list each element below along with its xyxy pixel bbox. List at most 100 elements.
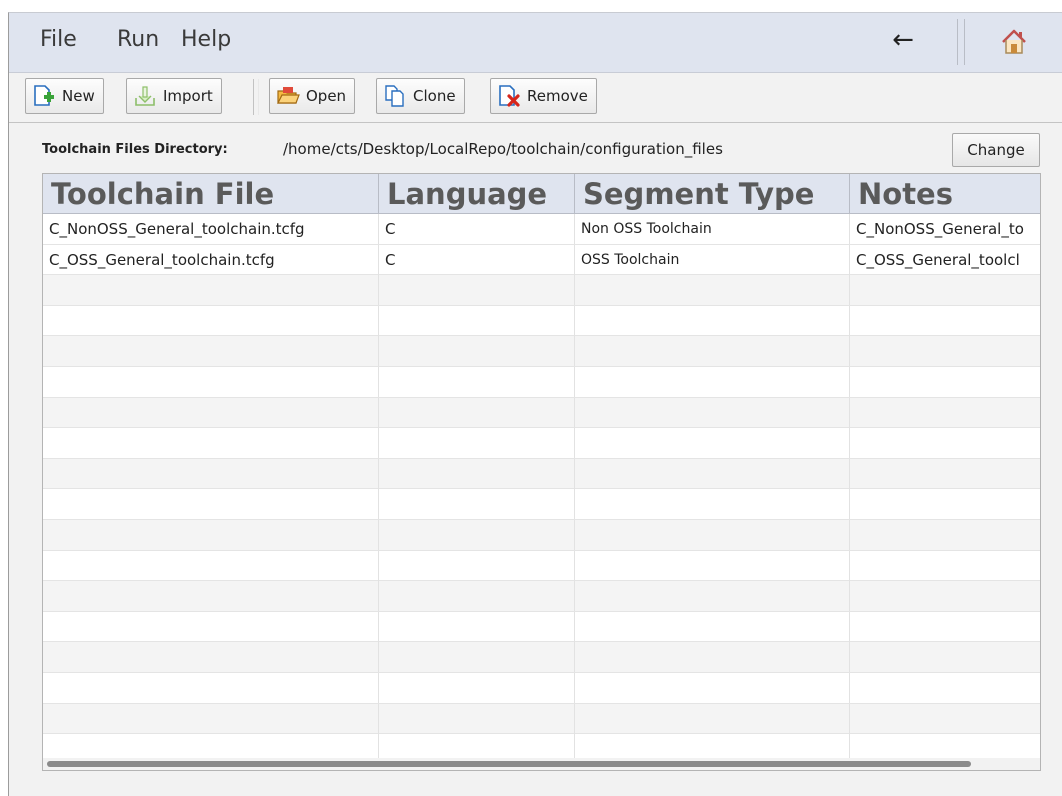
- empty-cell: [43, 397, 379, 428]
- new-file-icon: [32, 84, 56, 108]
- directory-label: Toolchain Files Directory:: [42, 142, 228, 157]
- clone-button-label: Clone: [413, 87, 456, 105]
- empty-table-row: [43, 305, 1040, 337]
- empty-table-row: [43, 366, 1040, 398]
- scrollbar-thumb[interactable]: [47, 761, 971, 767]
- empty-table-row: [43, 458, 1040, 490]
- table-body: C_NonOSS_General_toolchain.tcfg C Non OS…: [43, 214, 1040, 765]
- empty-cell: [43, 611, 379, 642]
- empty-table-row: [43, 428, 1040, 459]
- back-arrow-icon[interactable]: ←: [883, 25, 923, 59]
- column-header-notes[interactable]: Notes: [850, 174, 1040, 214]
- empty-cell: [379, 550, 575, 581]
- empty-cell: [379, 397, 575, 428]
- cell-toolchain-file: C_NonOSS_General_toolchain.tcfg: [43, 214, 379, 244]
- cell-language: C: [379, 214, 575, 244]
- empty-cell: [43, 275, 379, 306]
- empty-cell: [850, 612, 1040, 642]
- cell-toolchain-file: C_OSS_General_toolchain.tcfg: [43, 244, 379, 275]
- empty-cell: [379, 489, 575, 520]
- empty-cell: [850, 581, 1040, 611]
- empty-cell: [43, 305, 379, 336]
- empty-cell: [575, 305, 850, 336]
- cell-segment-type: Non OSS Toolchain: [575, 214, 850, 244]
- empty-cell: [850, 398, 1040, 428]
- cell-notes: C_OSS_General_toolcl: [850, 245, 1040, 275]
- toolbar-separator: [253, 79, 259, 115]
- home-icon[interactable]: [997, 25, 1031, 59]
- empty-cell: [850, 306, 1040, 336]
- empty-cell: [850, 673, 1040, 703]
- empty-cell: [43, 519, 379, 550]
- clone-button[interactable]: Clone: [376, 78, 465, 114]
- empty-cell: [850, 336, 1040, 366]
- menubar-separator: [957, 19, 965, 65]
- empty-cell: [379, 428, 575, 459]
- empty-cell: [379, 703, 575, 734]
- empty-table-row: [43, 672, 1040, 704]
- menu-run[interactable]: Run: [117, 27, 159, 52]
- empty-table-row: [43, 336, 1040, 367]
- column-header-language[interactable]: Language: [379, 174, 575, 214]
- empty-cell: [43, 428, 379, 459]
- horizontal-scrollbar[interactable]: [43, 758, 1040, 770]
- directory-row: Toolchain Files Directory: /home/cts/Des…: [9, 123, 1062, 173]
- empty-cell: [379, 519, 575, 550]
- open-button-label: Open: [306, 87, 347, 105]
- table-row[interactable]: C_OSS_General_toolchain.tcfg C OSS Toolc…: [43, 244, 1040, 276]
- empty-cell: [43, 489, 379, 520]
- empty-cell: [850, 551, 1040, 581]
- import-button-label: Import: [163, 87, 213, 105]
- empty-table-row: [43, 489, 1040, 520]
- empty-cell: [43, 550, 379, 581]
- empty-cell: [575, 397, 850, 428]
- empty-cell: [850, 489, 1040, 519]
- cell-language: C: [379, 244, 575, 275]
- empty-cell: [379, 672, 575, 703]
- empty-cell: [43, 336, 379, 367]
- empty-table-row: [43, 550, 1040, 582]
- new-button[interactable]: New: [25, 78, 104, 114]
- empty-cell: [379, 642, 575, 673]
- cell-segment-type: OSS Toolchain: [575, 244, 850, 275]
- empty-cell: [43, 581, 379, 612]
- column-header-toolchain-file[interactable]: Toolchain File: [43, 174, 379, 214]
- toolbar: New Import Open Clone Remove: [9, 73, 1062, 123]
- menubar: File Run Help ←: [9, 13, 1062, 73]
- open-folder-icon: [276, 84, 300, 108]
- table-header: Toolchain File Language Segment Type Not…: [43, 174, 1040, 214]
- cell-notes: C_NonOSS_General_to: [850, 214, 1040, 244]
- empty-table-row: [43, 611, 1040, 643]
- empty-table-row: [43, 519, 1040, 551]
- empty-cell: [575, 366, 850, 397]
- empty-table-row: [43, 642, 1040, 673]
- empty-cell: [43, 366, 379, 397]
- empty-cell: [379, 366, 575, 397]
- directory-path: /home/cts/Desktop/LocalRepo/toolchain/co…: [283, 140, 723, 158]
- remove-button[interactable]: Remove: [490, 78, 597, 114]
- empty-cell: [575, 336, 850, 367]
- remove-button-label: Remove: [527, 87, 588, 105]
- empty-cell: [575, 611, 850, 642]
- empty-cell: [379, 336, 575, 367]
- empty-cell: [850, 520, 1040, 550]
- empty-cell: [575, 581, 850, 612]
- empty-cell: [575, 642, 850, 673]
- change-button[interactable]: Change: [952, 133, 1040, 167]
- column-header-segment-type[interactable]: Segment Type: [575, 174, 850, 214]
- import-icon: [133, 84, 157, 108]
- import-button[interactable]: Import: [126, 78, 222, 114]
- empty-cell: [850, 459, 1040, 489]
- empty-cell: [850, 642, 1040, 672]
- empty-cell: [850, 275, 1040, 305]
- empty-table-row: [43, 275, 1040, 306]
- clone-icon: [383, 84, 407, 108]
- empty-cell: [575, 489, 850, 520]
- table-row[interactable]: C_NonOSS_General_toolchain.tcfg C Non OS…: [43, 214, 1040, 245]
- open-button[interactable]: Open: [269, 78, 356, 114]
- empty-cell: [575, 550, 850, 581]
- empty-table-row: [43, 397, 1040, 429]
- empty-cell: [575, 519, 850, 550]
- menu-help[interactable]: Help: [181, 27, 231, 52]
- menu-file[interactable]: File: [40, 27, 77, 52]
